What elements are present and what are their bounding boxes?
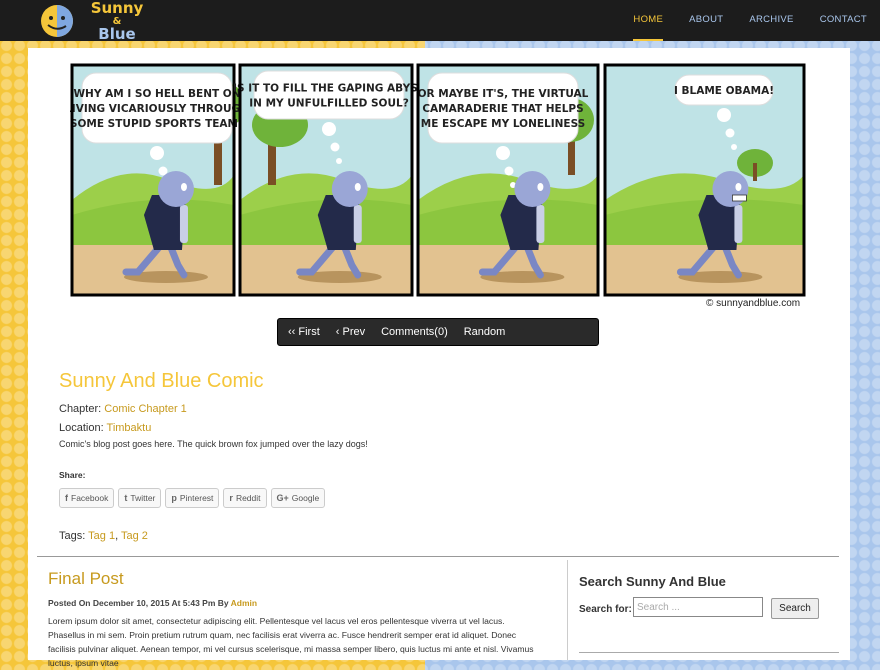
share-pinterest-label: Pinterest [179,493,214,503]
prev-comic-link[interactable]: ‹ Prev [328,326,373,338]
comic-navigation: ‹‹ First ‹ Prev Comments(0) Random [277,318,599,346]
comic-strip: WHY AM I SO HELL BENT ON LIVING VICARIOUS… [65,63,806,299]
sidebar-search-title: Search Sunny And Blue [579,574,726,589]
sidebar-rule [579,652,839,653]
comments-link[interactable]: Comments(0) [373,326,456,338]
comic-post-title[interactable]: Sunny And Blue Comic [59,370,264,393]
google-icon: G+ [276,493,289,503]
comic-panel: I BLAME OBAMA! [603,63,806,297]
comic-post-excerpt: Comic's blog post goes here. The quick b… [59,439,368,449]
post-tags: Tags: Tag 1, Tag 2 [59,530,148,542]
search-input[interactable] [633,597,763,617]
location-meta: Location: Timbaktu [59,422,151,434]
final-post-title[interactable]: Final Post [48,569,124,589]
share-twitter-label: Twitter [130,493,156,503]
chapter-link[interactable]: Comic Chapter 1 [104,403,187,415]
nav-archive[interactable]: ARCHIVE [736,0,806,41]
top-navigation-bar: Sunny & Blue HOME ABOUT ARCHIVE CONTACT [0,0,880,42]
twitter-icon: t [124,493,128,503]
speech-bubble-text: WHY AM I SO HELL BENT ON [73,88,240,100]
share-facebook-button[interactable]: f Facebook [59,488,115,508]
share-facebook-label: Facebook [71,493,109,503]
random-comic-link[interactable]: Random [456,326,514,338]
comic-copyright: © sunnyandblue.com [706,298,801,309]
share-google-button[interactable]: G+ Google [270,488,326,508]
share-google-label: Google [291,493,320,503]
comic-strip-image: WHY AM I SO HELL BENT ON LIVING VICARIOUS… [65,63,806,297]
location-link[interactable]: Timbaktu [107,422,152,434]
share-label: Share: [59,470,86,480]
logo-word-sunny: Sunny [90,0,144,17]
final-post-body: Lorem ipsum dolor sit amet, consectetur … [48,616,534,668]
location-label: Location: [59,422,104,434]
nav-about[interactable]: ABOUT [676,0,736,41]
share-twitter-button[interactable]: t Twitter [118,488,162,508]
posted-on-text: Posted On December 10, 2015 At 5:43 Pm B… [48,598,229,608]
tags-label: Tags: [59,530,86,542]
speech-bubble-text: IN MY UNFULFILLED SOUL? [249,98,409,110]
speech-bubble-text: LIVING VICARIOUSLY THROUGH [70,103,249,115]
speech-bubble-text: CAMARADERIE THAT HELPS [422,103,583,115]
nav-home[interactable]: HOME [620,0,676,41]
author-link[interactable]: Admin [231,598,257,608]
logo-wordmark: Sunny & Blue [82,0,152,43]
main-nav: HOME ABOUT ARCHIVE CONTACT [620,0,880,41]
comic-panel: IS IT TO FILL THE GAPING ABYSS IN MY UNFU… [233,63,425,297]
tag-link[interactable]: Tag 2 [121,530,148,542]
facebook-icon: f [65,493,68,503]
chapter-label: Chapter: [59,403,102,415]
chapter-meta: Chapter: Comic Chapter 1 [59,403,187,415]
speech-bubble-text: IS IT TO FILL THE GAPING ABYSS [233,83,425,95]
first-comic-link[interactable]: ‹‹ First [278,326,328,338]
nav-contact[interactable]: CONTACT [807,0,880,41]
final-post-meta: Posted On December 10, 2015 At 5:43 Pm B… [48,598,257,608]
comic-panel: WHY AM I SO HELL BENT ON LIVING VICARIOUS… [65,63,249,297]
comic-panel: OR MAYBE IT'S, THE VIRTUAL CAMARADERIE TH… [416,63,600,297]
section-divider [37,556,839,557]
content-panel: WHY AM I SO HELL BENT ON LIVING VICARIOUS… [28,48,850,668]
speech-bubble-text: SOME STUPID SPORTS TEAM? [70,118,244,130]
tag-link[interactable]: Tag 1 [88,530,115,542]
search-label: Search for: [579,604,632,615]
share-buttons: f Facebook t Twitter p Pinterest r Reddit G+… [59,488,326,508]
share-reddit-label: Reddit [235,493,261,503]
logo-word-blue: Blue [98,25,136,43]
search-button[interactable]: Search [771,598,819,619]
pinterest-icon: p [171,493,177,503]
site-logo[interactable]: Sunny & Blue [38,1,148,42]
sidebar-divider [567,560,568,660]
share-pinterest-button[interactable]: p Pinterest [165,488,220,508]
speech-bubble-text: I BLAME OBAMA! [674,85,774,97]
reddit-icon: r [229,493,233,503]
speech-bubble-text: ME ESCAPE MY LONELINESS [421,118,586,130]
sunny-blue-face-icon [41,5,73,37]
speech-bubble-text: OR MAYBE IT'S, THE VIRTUAL [418,88,589,100]
share-reddit-button[interactable]: r Reddit [223,488,267,508]
